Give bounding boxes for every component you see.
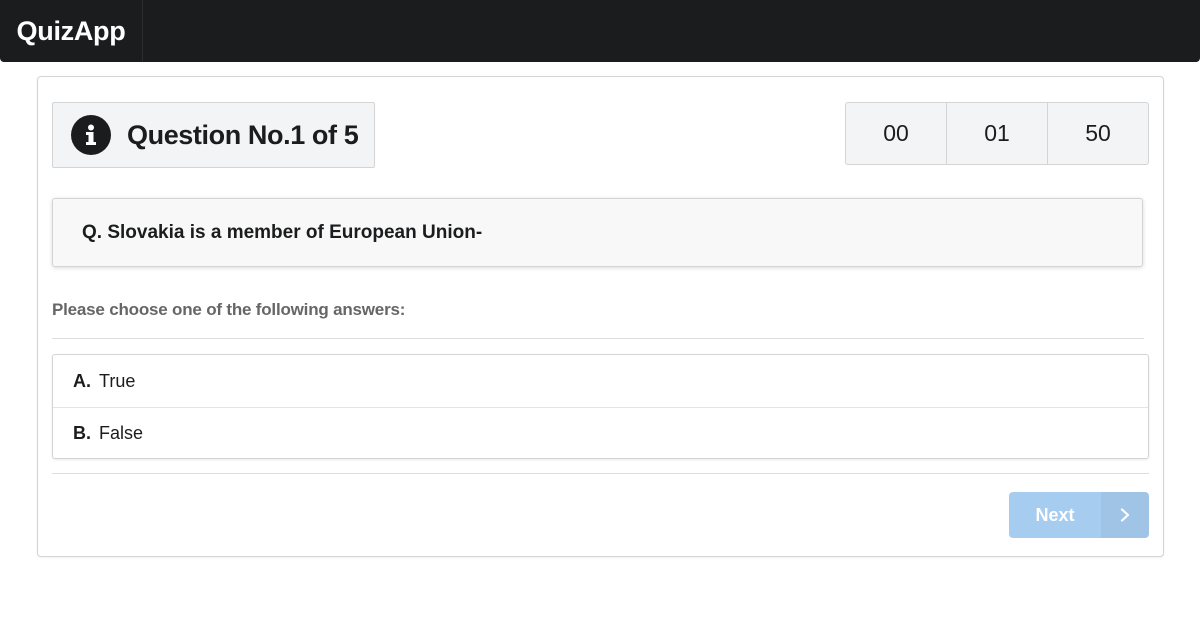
answer-list: A. True B. False [52,354,1149,459]
divider [52,473,1149,474]
question-number-label: Question No.1 of 5 [52,102,375,168]
answer-key: A. [73,370,91,391]
chevron-right-icon [1101,492,1149,538]
answer-key: B. [73,423,91,443]
timer-seconds: 50 [1047,103,1148,164]
question-number-text: Question No.1 of 5 [127,119,359,150]
info-circle-icon [71,115,111,155]
brand-logo[interactable]: QuizApp [0,0,143,62]
answer-prompt: Please choose one of the following answe… [52,300,406,319]
next-button[interactable]: Next [1009,492,1149,538]
timer-hours: 00 [883,120,909,146]
answer-option-a[interactable]: A. True [53,355,1148,407]
question-text: Q. Slovakia is a member of European Unio… [52,198,1143,267]
divider [52,338,1144,339]
answer-option-b[interactable]: B. False [53,407,1148,459]
answer-text: False [99,423,144,443]
quiz-card: Question No.1 of 5 00 01 50 Q. Slovakia … [37,76,1164,557]
top-navbar: QuizApp [0,0,1200,62]
answer-text: True [99,370,136,391]
timer-minutes: 01 [946,103,1047,164]
countdown-timer: 00 01 50 [845,102,1149,165]
next-button-label: Next [1035,504,1075,525]
